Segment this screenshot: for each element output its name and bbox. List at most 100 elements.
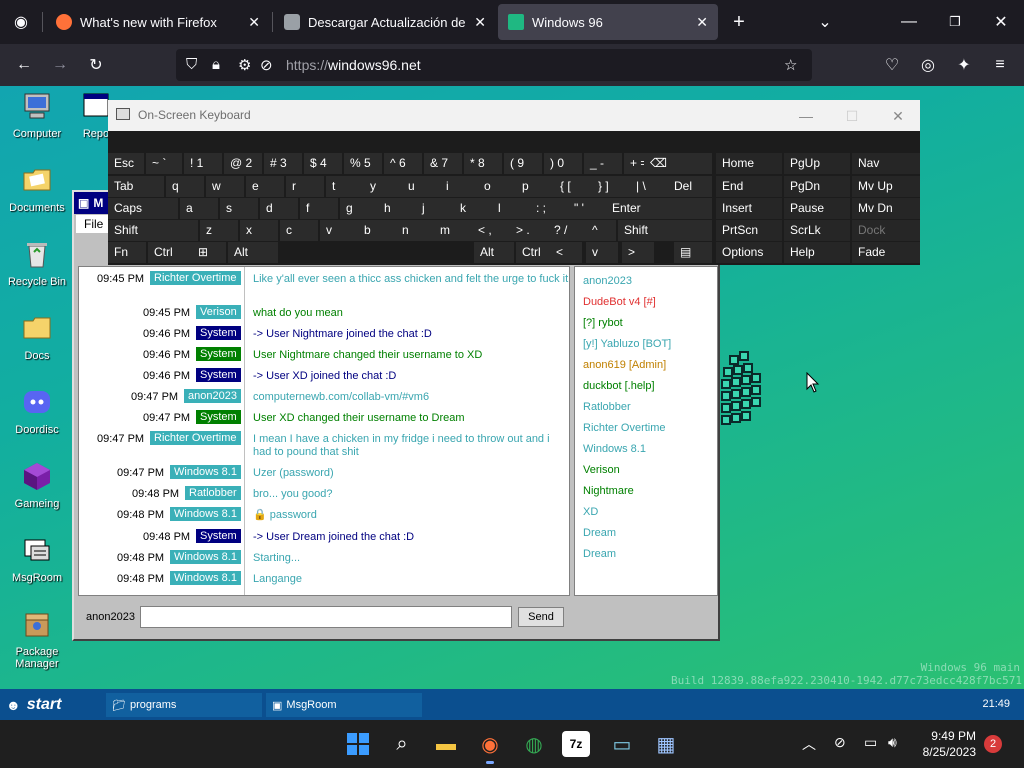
osk-key[interactable]: ^ xyxy=(586,220,616,241)
osk-key[interactable]: v xyxy=(586,242,618,263)
message-user-badge[interactable]: Verison xyxy=(196,305,241,319)
desktop-icon-msgroom[interactable]: MsgRoom xyxy=(4,534,70,584)
osk-key[interactable]: @ 2 xyxy=(224,153,262,174)
permissions-icon[interactable]: ⚙ xyxy=(238,56,251,74)
search-icon[interactable]: ⌕ xyxy=(386,728,418,760)
osk-key[interactable]: a xyxy=(180,198,218,219)
task-programs[interactable]: 📁︎ programs xyxy=(106,693,262,717)
osk-key[interactable]: m xyxy=(434,220,472,241)
message-user-badge[interactable]: anon2023 xyxy=(184,389,241,403)
osk-nav-key[interactable]: Fade xyxy=(852,242,920,263)
osk-nav-key[interactable]: Help xyxy=(784,242,850,263)
tray-display-icon[interactable]: ▭ xyxy=(864,734,877,751)
desktop-icon-gameing[interactable]: Gameing xyxy=(4,460,70,510)
user-list-item[interactable]: anon2023 xyxy=(583,275,632,287)
message-user-badge[interactable]: Richter Overtime xyxy=(150,431,241,445)
osk-key[interactable]: g xyxy=(340,198,378,219)
back-arrow-icon[interactable]: ← xyxy=(8,49,40,81)
osk-key[interactable]: Fn xyxy=(108,242,146,263)
osk-key[interactable]: : ; xyxy=(530,198,568,219)
photos-icon[interactable]: ▦ xyxy=(650,728,682,760)
desktop-icon-doordisc[interactable]: Doordisc xyxy=(4,386,70,436)
windows-start-icon[interactable] xyxy=(342,728,374,760)
desktop-icon-package-manager[interactable]: Package Manager xyxy=(4,608,70,670)
osk-key[interactable]: Caps xyxy=(108,198,178,219)
osk-key[interactable]: Ctrl xyxy=(148,242,198,263)
pocket-icon[interactable]: ♡ xyxy=(876,49,908,81)
tab-whats-new[interactable]: What's new with Firefox ✕ xyxy=(46,4,270,40)
osk-nav-key[interactable]: Options xyxy=(716,242,782,263)
osk-key[interactable]: < , xyxy=(472,220,510,241)
user-list-item[interactable]: duckbot [.help] xyxy=(583,380,655,392)
osk-key[interactable]: ⊞ xyxy=(192,242,226,263)
osk-key[interactable]: Shift xyxy=(108,220,198,241)
user-list-item[interactable]: Richter Overtime xyxy=(583,422,666,434)
osk-key[interactable]: ( 9 xyxy=(504,153,542,174)
message-input[interactable] xyxy=(140,606,512,628)
message-user-badge[interactable]: System xyxy=(196,529,241,543)
message-user-badge[interactable]: System xyxy=(196,410,241,424)
osk-nav-key[interactable]: Home xyxy=(716,153,782,174)
osk-key[interactable]: n xyxy=(396,220,434,241)
message-user-badge[interactable]: System xyxy=(196,347,241,361)
osk-nav-key[interactable]: Mv Dn xyxy=(852,198,920,219)
osk-key[interactable]: _ - xyxy=(584,153,622,174)
osk-key[interactable]: Esc xyxy=(108,153,144,174)
firefox-icon[interactable]: ◉ xyxy=(474,728,506,764)
osk-nav-key[interactable]: Mv Up xyxy=(852,176,920,197)
osk-key[interactable]: h xyxy=(378,198,416,219)
osk-nav-key[interactable]: Insert xyxy=(716,198,782,219)
osk-key[interactable]: ! 1 xyxy=(184,153,222,174)
osk-key[interactable]: r xyxy=(286,176,324,197)
close-tab-icon[interactable]: ✕ xyxy=(248,14,260,31)
account-icon[interactable]: ◎ xyxy=(912,49,944,81)
osk-key[interactable]: Alt xyxy=(228,242,278,263)
forward-arrow-icon[interactable]: → xyxy=(44,49,76,81)
message-user-badge[interactable]: System xyxy=(196,368,241,382)
osk-key[interactable]: y xyxy=(364,176,402,197)
close-tab-icon[interactable]: ✕ xyxy=(696,14,708,31)
user-list-item[interactable]: [?] rybot xyxy=(583,317,623,329)
extensions-icon[interactable]: ✦ xyxy=(948,49,980,81)
message-user-badge[interactable]: Windows 8.1 xyxy=(170,507,241,521)
osk-nav-key[interactable]: ScrLk xyxy=(784,220,850,241)
user-list-item[interactable]: Dream xyxy=(583,548,616,560)
lock-icon[interactable]: 🔒︎ xyxy=(212,56,220,73)
user-list-item[interactable]: anon619 [Admin] xyxy=(583,359,666,371)
osk-key[interactable]: ~ ` xyxy=(146,153,182,174)
menu-hamburger-icon[interactable]: ≡ xyxy=(984,49,1016,81)
osk-key[interactable]: q xyxy=(166,176,204,197)
reload-icon[interactable]: ↻ xyxy=(80,49,112,81)
osk-key[interactable]: * 8 xyxy=(464,153,502,174)
osk-titlebar[interactable]: On-Screen Keyboard — ☐ ✕ xyxy=(108,100,920,131)
tray-chevron-up-icon[interactable]: ︿ xyxy=(802,734,816,754)
message-user-badge[interactable]: Ratlobber xyxy=(185,486,241,500)
osk-key[interactable]: & 7 xyxy=(424,153,462,174)
osk-key[interactable]: l xyxy=(492,198,530,219)
osk-key[interactable]: c xyxy=(280,220,318,241)
osk-key[interactable]: Alt xyxy=(474,242,514,263)
tray-volume-icon[interactable]: 🔊︎ xyxy=(888,734,897,751)
system-clock[interactable]: 9:49 PM 8/25/2023 xyxy=(923,728,976,760)
osk-nav-key[interactable]: End xyxy=(716,176,782,197)
user-list-item[interactable]: Dream xyxy=(583,527,616,539)
osk-key[interactable]: x xyxy=(240,220,278,241)
osk-key[interactable]: j xyxy=(416,198,454,219)
osk-key[interactable]: i xyxy=(440,176,478,197)
user-list-item[interactable]: XD xyxy=(583,506,598,518)
message-user-badge[interactable]: Windows 8.1 xyxy=(170,571,241,585)
osk-key[interactable]: < xyxy=(550,242,582,263)
message-user-badge[interactable]: Richter Overtime xyxy=(150,271,241,285)
osk-key[interactable]: s xyxy=(220,198,258,219)
osk-key[interactable]: | \ xyxy=(630,176,668,197)
osk-key[interactable]: z xyxy=(200,220,238,241)
menu-file[interactable]: File xyxy=(76,215,112,233)
osk-nav-key[interactable]: Pause xyxy=(784,198,850,219)
osk-key[interactable]: e xyxy=(246,176,284,197)
osk-key[interactable]: d xyxy=(260,198,298,219)
desktop-icon-docs[interactable]: Docs xyxy=(4,312,70,362)
url-text[interactable]: https://windows96.net xyxy=(286,57,421,73)
osk-key[interactable]: v xyxy=(320,220,358,241)
message-user-badge[interactable]: Windows 8.1 xyxy=(170,550,241,564)
osk-key[interactable]: w xyxy=(206,176,244,197)
